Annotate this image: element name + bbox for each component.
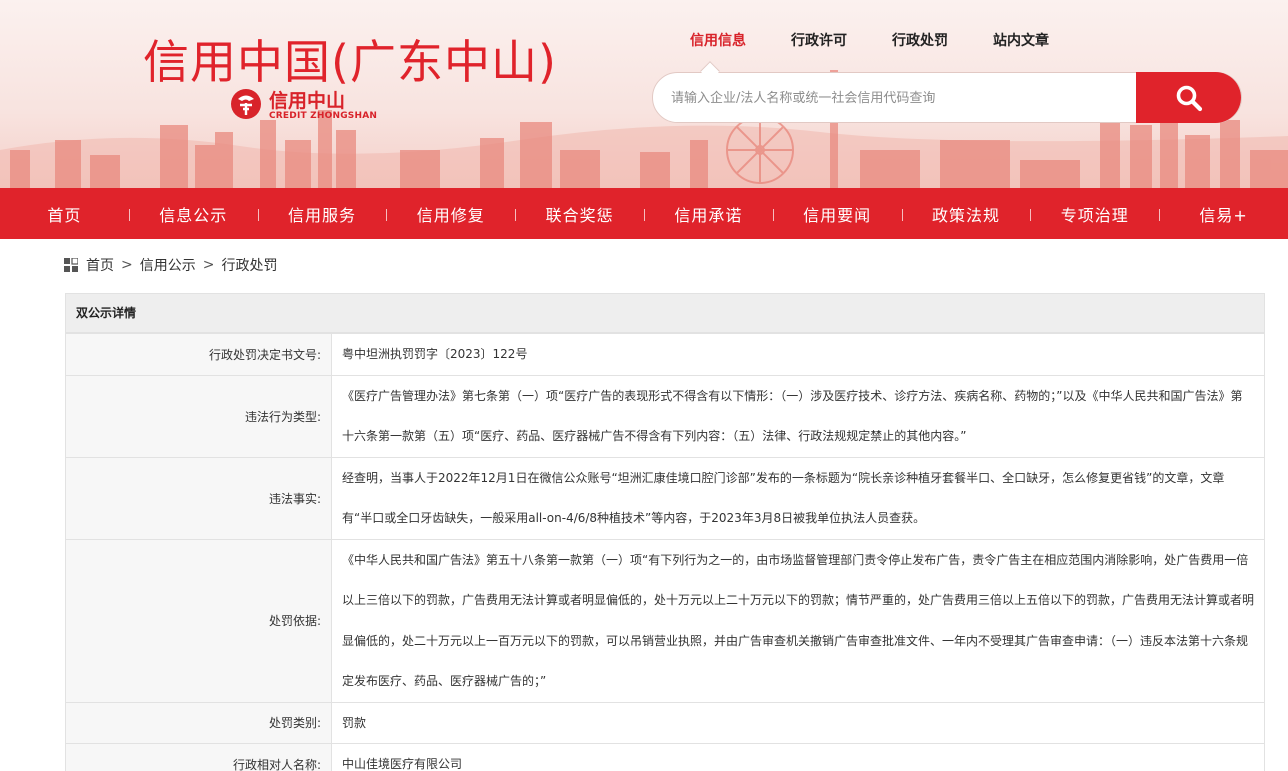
site-header: 信用中国(广东中山) 信用中山 CREDIT ZHONGSHAN 信用信息 行政…	[0, 0, 1288, 188]
detail-value: 《中华人民共和国广告法》第五十八条第一款第（一）项“有下列行为之一的，由市场监督…	[331, 538, 1265, 703]
detail-panel-title: 双公示详情	[65, 293, 1265, 333]
nav-item-credit-news[interactable]: 信用要闻	[772, 202, 902, 226]
nav-item-policy[interactable]: 政策法规	[901, 202, 1031, 226]
nav-item-credit-promise[interactable]: 信用承诺	[643, 202, 773, 226]
breadcrumb: 首页 > 信用公示 > 行政处罚	[64, 256, 277, 274]
main-nav: 首页 信息公示 信用服务 信用修复 联合奖惩 信用承诺 信用要闻 政策法规 专项…	[0, 188, 1288, 239]
breadcrumb-credit-disclosure[interactable]: 信用公示	[140, 255, 196, 275]
detail-value: 罚款	[331, 701, 1265, 744]
site-title: 信用中国(广东中山)	[143, 35, 557, 89]
search-icon	[1176, 85, 1202, 111]
logo-mark-icon	[231, 89, 261, 119]
detail-row-penalty-basis: 处罚依据: 《中华人民共和国广告法》第五十八条第一款第（一）项“有下列行为之一的…	[65, 538, 1265, 703]
detail-row-violation-facts: 违法事实: 经查明，当事人于2022年12月1日在微信公众账号“坦洲汇康佳境口腔…	[65, 456, 1265, 540]
top-tabs: 信用信息 行政许可 行政处罚 站内文章	[690, 30, 1094, 50]
detail-value: 《医疗广告管理办法》第七条第（一）项“医疗广告的表现形式不得含有以下情形：（一）…	[331, 374, 1265, 458]
tab-admin-penalty[interactable]: 行政处罚	[892, 30, 948, 50]
breadcrumb-home[interactable]: 首页	[86, 255, 114, 275]
tab-credit-info[interactable]: 信用信息	[690, 30, 746, 50]
detail-label: 处罚依据:	[65, 538, 332, 703]
nav-item-joint-rewards[interactable]: 联合奖惩	[515, 202, 644, 226]
detail-row-party-name: 行政相对人名称: 中山佳境医疗有限公司	[65, 743, 1265, 771]
nav-item-credit-repair[interactable]: 信用修复	[386, 202, 515, 226]
detail-label: 行政相对人名称:	[65, 743, 332, 771]
breadcrumb-separator: >	[202, 257, 215, 273]
nav-item-info-disclosure[interactable]: 信息公示	[128, 202, 258, 226]
detail-label: 行政处罚决定书文号:	[65, 333, 332, 376]
detail-row-decision-number: 行政处罚决定书文号: 粤中坦洲执罚罚字〔2023〕122号	[65, 333, 1265, 376]
detail-label: 处罚类别:	[65, 701, 332, 744]
nav-item-home[interactable]: 首页	[0, 202, 129, 226]
credit-zhongshan-logo[interactable]: 信用中山 CREDIT ZHONGSHAN	[229, 86, 389, 124]
detail-value: 粤中坦洲执罚罚字〔2023〕122号	[331, 333, 1265, 376]
tab-site-articles[interactable]: 站内文章	[993, 30, 1049, 50]
tab-admin-license[interactable]: 行政许可	[791, 30, 847, 50]
logo-text-en: CREDIT ZHONGSHAN	[269, 111, 378, 121]
grid-icon	[64, 258, 78, 272]
nav-item-special-governance[interactable]: 专项治理	[1030, 202, 1159, 226]
search-button[interactable]	[1136, 72, 1241, 123]
detail-label: 违法行为类型:	[65, 374, 332, 458]
detail-value: 经查明，当事人于2022年12月1日在微信公众账号“坦洲汇康佳境口腔门诊部”发布…	[331, 456, 1265, 540]
detail-panel: 双公示详情 行政处罚决定书文号: 粤中坦洲执罚罚字〔2023〕122号 违法行为…	[65, 293, 1265, 771]
detail-row-penalty-category: 处罚类别: 罚款	[65, 701, 1265, 744]
breadcrumb-separator: >	[121, 257, 133, 273]
nav-item-credit-service[interactable]: 信用服务	[257, 202, 387, 226]
detail-table: 行政处罚决定书文号: 粤中坦洲执罚罚字〔2023〕122号 违法行为类型: 《医…	[65, 333, 1265, 771]
detail-row-violation-type: 违法行为类型: 《医疗广告管理办法》第七条第（一）项“医疗广告的表现形式不得含有…	[65, 374, 1265, 458]
nav-item-xinyi-plus[interactable]: 信易+	[1159, 202, 1288, 226]
search-input[interactable]	[671, 86, 1121, 110]
breadcrumb-admin-penalty[interactable]: 行政处罚	[221, 255, 277, 275]
detail-value: 中山佳境医疗有限公司	[331, 743, 1265, 771]
detail-label: 违法事实:	[65, 456, 332, 540]
logo-text-cn: 信用中山	[269, 90, 346, 112]
